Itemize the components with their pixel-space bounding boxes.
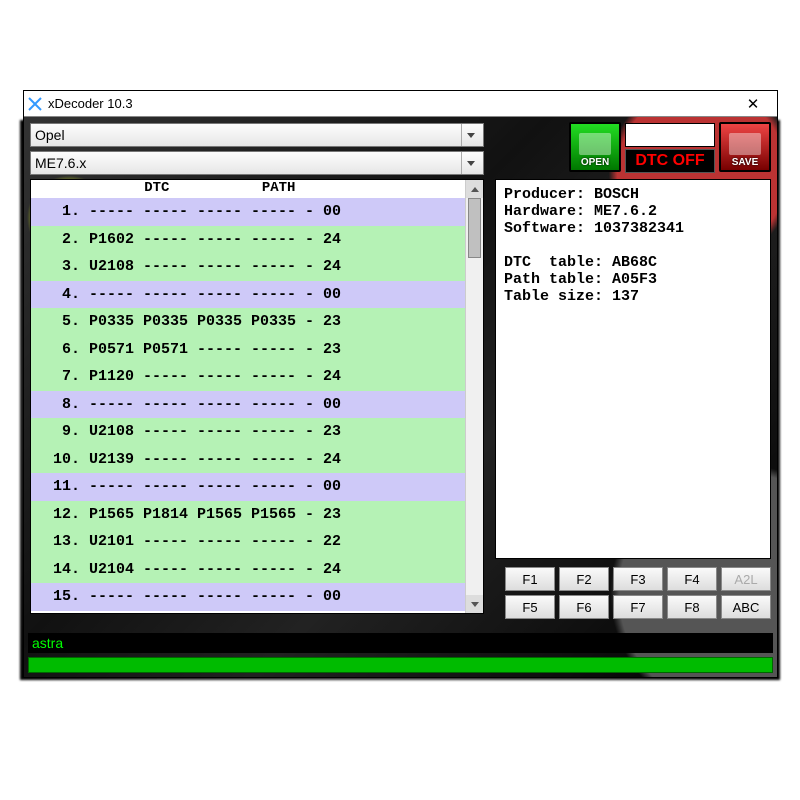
- table-row[interactable]: 11. ----- ----- ----- ----- - 00: [31, 473, 465, 501]
- fkey-abc[interactable]: ABC: [721, 595, 771, 619]
- window-title: xDecoder 10.3: [48, 96, 133, 111]
- fkey-f2[interactable]: F2: [559, 567, 609, 591]
- app-window: xDecoder 10.3 ✕ Opel ME7.6.x OPEN DTC OF…: [23, 90, 778, 678]
- list-body: 1. ----- ----- ----- ----- - 00 2. P1602…: [31, 198, 465, 613]
- table-row[interactable]: 7. P1120 ----- ----- ----- - 24: [31, 363, 465, 391]
- table-row[interactable]: 5. P0335 P0335 P0335 P0335 - 23: [31, 308, 465, 336]
- make-dropdown[interactable]: Opel: [30, 123, 484, 147]
- table-row[interactable]: 3. U2108 ----- ----- ----- - 24: [31, 253, 465, 281]
- table-row[interactable]: 4. ----- ----- ----- ----- - 00: [31, 281, 465, 309]
- vertical-scrollbar[interactable]: [465, 180, 483, 613]
- list-header: DTC PATH: [31, 180, 483, 198]
- fkey-f6[interactable]: F6: [559, 595, 609, 619]
- chevron-down-icon: [461, 124, 479, 146]
- dtc-off-label: DTC OFF: [635, 152, 704, 170]
- status-bar: astra: [28, 633, 773, 653]
- status-box: [625, 123, 715, 147]
- table-row[interactable]: 12. P1565 P1814 P1565 P1565 - 23: [31, 501, 465, 529]
- folder-icon: [729, 133, 761, 155]
- info-dtc-table-label: DTC table:: [504, 254, 603, 271]
- info-software-label: Software:: [504, 220, 585, 237]
- fkey-f4[interactable]: F4: [667, 567, 717, 591]
- info-table-size-label: Table size:: [504, 288, 603, 305]
- info-producer: BOSCH: [594, 186, 639, 203]
- open-button[interactable]: OPEN: [569, 122, 621, 172]
- close-icon: ✕: [747, 95, 760, 113]
- table-row[interactable]: 13. U2101 ----- ----- ----- - 22: [31, 528, 465, 556]
- table-row[interactable]: 15. ----- ----- ----- ----- - 00: [31, 583, 465, 611]
- table-row[interactable]: 8. ----- ----- ----- ----- - 00: [31, 391, 465, 419]
- info-panel: Producer: BOSCH Hardware: ME7.6.2 Softwa…: [495, 179, 771, 559]
- progress-bar: [28, 657, 773, 673]
- ecu-dropdown-value: ME7.6.x: [35, 155, 86, 171]
- info-table-size: 137: [612, 288, 639, 305]
- info-software: 1037382341: [594, 220, 684, 237]
- table-row[interactable]: 6. P0571 P0571 ----- ----- - 23: [31, 336, 465, 364]
- make-dropdown-value: Opel: [35, 127, 65, 143]
- table-row[interactable]: 1. ----- ----- ----- ----- - 00: [31, 198, 465, 226]
- ecu-dropdown[interactable]: ME7.6.x: [30, 151, 484, 175]
- dtc-list-panel: DTC PATH 1. ----- ----- ----- ----- - 00…: [30, 179, 484, 614]
- info-producer-label: Producer:: [504, 186, 585, 203]
- scroll-thumb[interactable]: [468, 198, 481, 258]
- info-path-table-label: Path table:: [504, 271, 603, 288]
- title-bar[interactable]: xDecoder 10.3 ✕: [24, 91, 777, 117]
- fkey-f1[interactable]: F1: [505, 567, 555, 591]
- client-area: Opel ME7.6.x OPEN DTC OFF SAVE: [24, 117, 777, 677]
- folder-icon: [579, 133, 611, 155]
- save-button-label: SAVE: [732, 157, 759, 168]
- info-dtc-table: AB68C: [612, 254, 657, 271]
- scroll-up-arrow-icon[interactable]: [466, 180, 483, 198]
- scroll-down-arrow-icon[interactable]: [466, 595, 483, 613]
- action-bar: OPEN DTC OFF SAVE: [569, 121, 771, 173]
- open-button-label: OPEN: [581, 157, 609, 168]
- info-hardware-label: Hardware:: [504, 203, 585, 220]
- save-button[interactable]: SAVE: [719, 122, 771, 172]
- fkey-f3[interactable]: F3: [613, 567, 663, 591]
- table-row[interactable]: 9. U2108 ----- ----- ----- - 23: [31, 418, 465, 446]
- function-key-pad: F1F2F3F4A2L F5F6F7F8ABC: [505, 567, 771, 619]
- info-hardware: ME7.6.2: [594, 203, 657, 220]
- fkey-f8[interactable]: F8: [667, 595, 717, 619]
- app-icon: [28, 97, 42, 111]
- fkey-f5[interactable]: F5: [505, 595, 555, 619]
- info-path-table: A05F3: [612, 271, 657, 288]
- table-row[interactable]: 2. P1602 ----- ----- ----- - 24: [31, 226, 465, 254]
- fkey-a2l: A2L: [721, 567, 771, 591]
- status-text: astra: [32, 635, 63, 651]
- fkey-f7[interactable]: F7: [613, 595, 663, 619]
- table-row[interactable]: 14. U2104 ----- ----- ----- - 24: [31, 556, 465, 584]
- window-close-button[interactable]: ✕: [733, 92, 773, 116]
- table-row[interactable]: 10. U2139 ----- ----- ----- - 24: [31, 446, 465, 474]
- chevron-down-icon: [461, 152, 479, 174]
- dtc-off-button[interactable]: DTC OFF: [625, 149, 715, 173]
